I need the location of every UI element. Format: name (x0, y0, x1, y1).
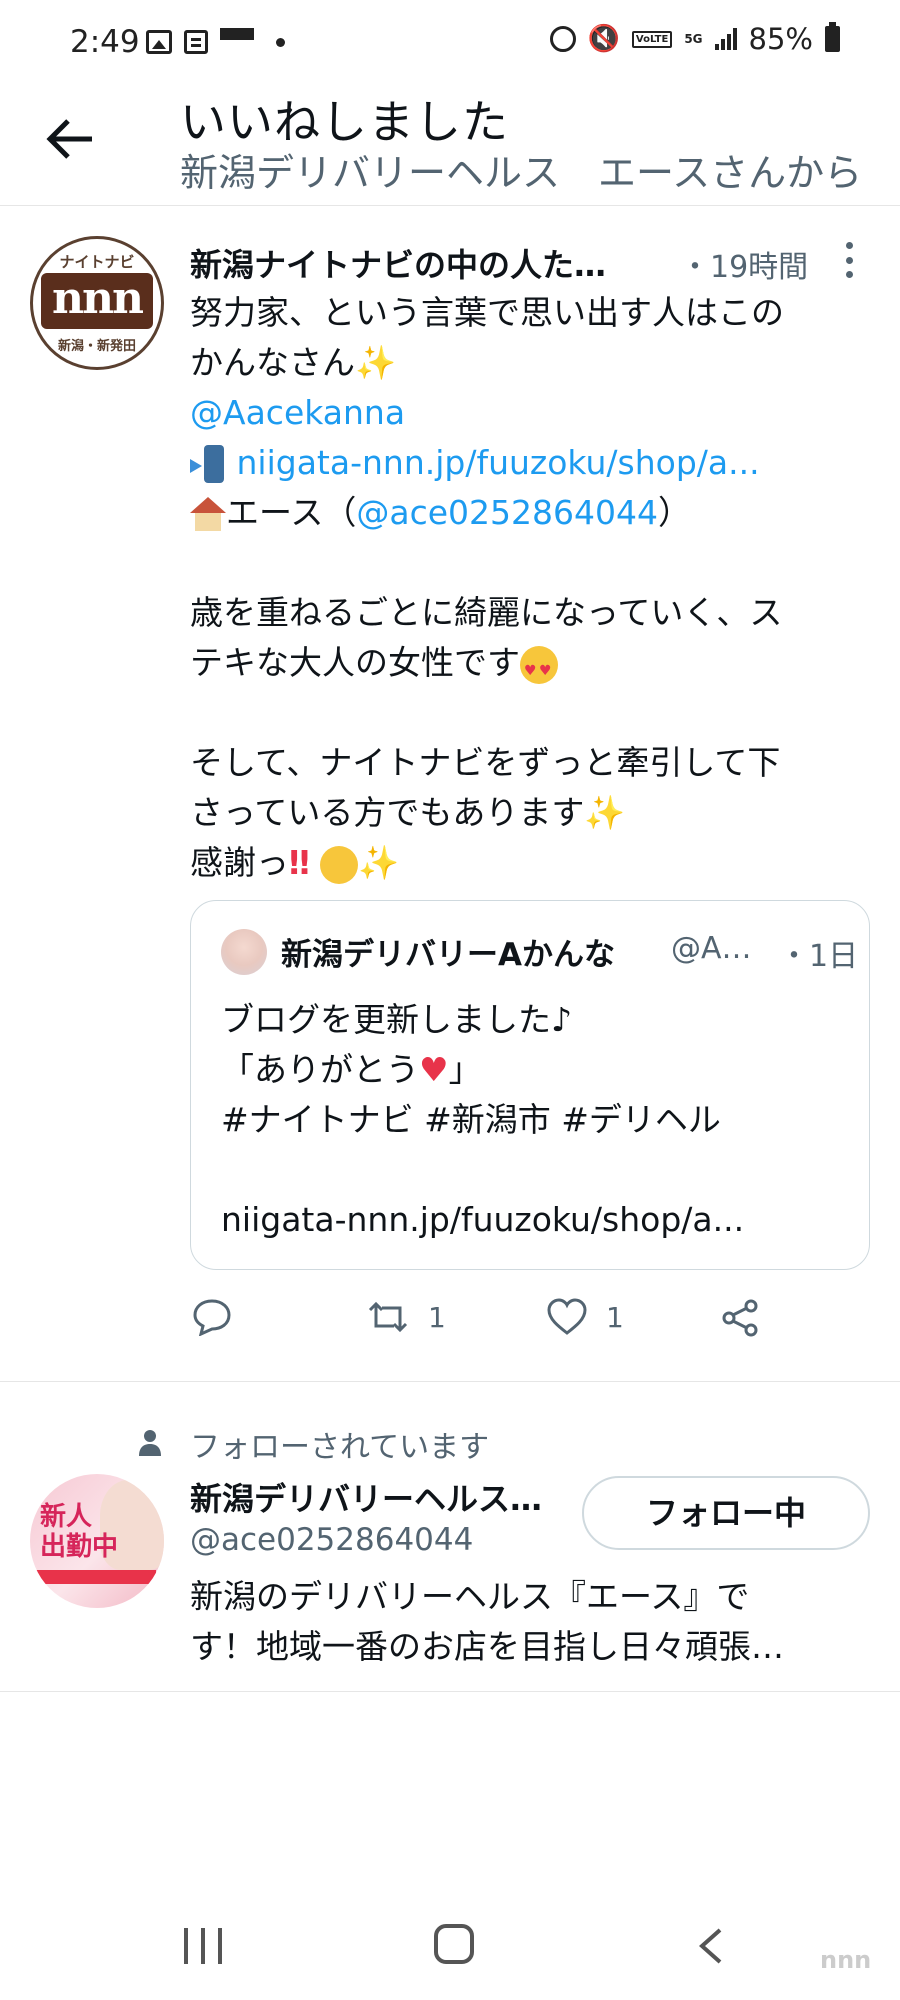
home-button[interactable] (434, 1924, 474, 1964)
double-exclamation-icon: ‼ (289, 843, 310, 882)
network-type-icon: 5G (684, 32, 703, 46)
signal-icon (714, 28, 737, 50)
system-icons: 🔇 VoLTE 5G 85% (549, 22, 840, 56)
tweet-line: @Aacekanna (190, 388, 870, 438)
back-button[interactable] (44, 112, 98, 166)
tweet[interactable]: ナイトナビ nnn 新潟・新発田 新潟ナイトナビの中の人た… ・19時間 努力家… (0, 206, 900, 1382)
page-subtitle: 新潟デリバリーヘルス エースさんから (180, 151, 863, 195)
quoted-author-avatar (221, 929, 267, 975)
status-bar: 2:49 🔇 VoLTE 5G 85% (0, 0, 900, 86)
tweet-line-text: かんなさん (190, 343, 355, 382)
quoted-line-text: 「ありがとう (221, 1050, 419, 1089)
page-header: いいねしました 新潟デリバリーヘルス エースさんから (0, 86, 900, 206)
url-link[interactable]: niigata-nnn.jp/fuuzoku/shop/a... (237, 443, 760, 482)
watermark-logo: nnn (820, 1946, 872, 1974)
arrow-left-icon (46, 119, 92, 159)
mobile-arrow-icon (190, 444, 226, 485)
reply-icon (193, 1299, 231, 1336)
like-button[interactable]: 1 (546, 1298, 624, 1336)
tweet-line: テキな大人の女性です (190, 638, 870, 696)
app-notification-icon (220, 28, 254, 56)
tweet-line-text: 感謝っ (190, 843, 289, 882)
gallery-notification-icon (146, 30, 172, 54)
mute-icon: 🔇 (587, 24, 620, 54)
tweet-line: 努力家、という言葉で思い出す人はこの (190, 293, 784, 332)
quoted-tweet[interactable]: 新潟デリバリーAかんな @A… ・1日 ブログを更新しました♪ 「ありがとう♥」… (190, 900, 870, 1270)
bio-line: 新潟のデリバリーヘルス『エース』で (190, 1577, 750, 1616)
crying-face-icon (320, 845, 359, 884)
avatar-logo-top: ナイトナビ (59, 253, 135, 271)
quoted-line-text: 」 (448, 1050, 482, 1089)
tweet-actions: 1 1 (190, 1298, 870, 1358)
status-time: 2:49 (70, 24, 140, 60)
quoted-author-handle: @A… (671, 931, 752, 966)
battery-percent: 85% (748, 22, 813, 56)
tweet-line: かんなさん✨ (190, 338, 870, 388)
quoted-text: ブログを更新しました♪ 「ありがとう♥」 #ナイトナビ #新潟市 #デリヘル n… (221, 995, 841, 1245)
mention-link[interactable]: @Aacekanna (190, 393, 405, 432)
tweet-text: 努力家、という言葉で思い出す人はこの かんなさん✨ @Aacekanna nii… (190, 288, 870, 888)
notification-icons (146, 28, 285, 56)
quoted-line: 「ありがとう♥」 (221, 1045, 841, 1095)
avatar-logo-bottom: 新潟・新発田 (57, 339, 136, 354)
avatar-text: 新人 出勤中 (40, 1502, 119, 1562)
avatar-logo-mark: nnn (41, 273, 153, 329)
volte-icon: VoLTE (631, 30, 673, 48)
mention-link[interactable]: @ace0252864044 (356, 493, 658, 532)
tweet-line-text: エース（ (226, 493, 357, 532)
author-name[interactable]: 新潟ナイトナビの中の人た… (190, 240, 606, 286)
quoted-timestamp: ・1日 (779, 939, 859, 974)
bio-line: す！地域一番のお店を目指し日々頑張… (190, 1627, 784, 1666)
tweet-line: そして、ナイトナビをずっと牽引して下 (190, 743, 781, 782)
tweet-timestamp: ・19時間 (680, 250, 809, 285)
like-count: 1 (606, 1300, 624, 1334)
tweet-line-text: ） (657, 493, 691, 532)
tweet-line-text: さっている方でもあります (190, 793, 585, 832)
user-handle: @ace0252864044 (190, 1522, 474, 1558)
tweet-line-text: テキな大人の女性です (190, 643, 520, 682)
reply-button[interactable] (192, 1298, 232, 1336)
retweet-icon (368, 1301, 408, 1333)
liker-user-card[interactable]: フォローされています 新人 出勤中 新潟デリバリーヘルス… @ace025286… (0, 1382, 900, 1692)
sparkles-icon: ✨ (358, 843, 400, 882)
quoted-author-name: 新潟デリバリーAかんな (281, 937, 615, 973)
alarm-icon (549, 26, 576, 52)
person-icon (139, 1430, 161, 1456)
heart-icon: ♥ (419, 1050, 449, 1089)
share-button[interactable] (720, 1298, 760, 1338)
house-icon (190, 496, 226, 533)
quoted-line: niigata-nnn.jp/fuuzoku/shop/a... (221, 1200, 745, 1239)
tweet-line: 歳を重ねるごとに綺麗になっていく、ス (190, 593, 783, 632)
following-button[interactable]: フォロー中 (582, 1476, 870, 1550)
system-navigation-bar (0, 1900, 900, 2000)
retweet-button[interactable]: 1 (366, 1298, 446, 1336)
battery-icon (825, 22, 840, 52)
avatar-banner (36, 1570, 156, 1584)
calendar-notification-icon (184, 30, 208, 54)
share-icon (722, 1299, 758, 1337)
user-bio: 新潟のデリバリーヘルス『エース』で す！地域一番のお店を目指し日々頑張… (190, 1572, 870, 1672)
follows-you-label: フォローされています (190, 1430, 490, 1465)
quoted-line: #ナイトナビ #新潟市 #デリヘル (221, 1100, 721, 1139)
tweet-line: エース（@ace0252864044） (190, 488, 870, 538)
user-avatar[interactable]: 新人 出勤中 (30, 1474, 164, 1608)
quoted-line: ブログを更新しました♪ (221, 1000, 573, 1039)
more-options-icon[interactable] (844, 242, 854, 278)
tweet-line: 感謝っ‼ ✨ (190, 838, 870, 888)
author-avatar[interactable]: ナイトナビ nnn 新潟・新発田 (30, 236, 164, 370)
sparkles-icon: ✨ (584, 793, 626, 832)
heart-eyes-icon (520, 645, 558, 696)
tweet-line: さっている方でもあります✨ (190, 788, 870, 838)
back-nav-icon[interactable] (696, 1926, 726, 1966)
sparkles-icon: ✨ (355, 343, 397, 382)
retweet-count: 1 (428, 1300, 446, 1334)
heart-outline-icon (547, 1298, 587, 1335)
recent-apps-button[interactable] (184, 1928, 222, 1964)
user-name[interactable]: 新潟デリバリーヘルス… (190, 1474, 542, 1520)
tweet-line: niigata-nnn.jp/fuuzoku/shop/a... (190, 438, 870, 488)
more-notifications-dot-icon (276, 37, 285, 47)
